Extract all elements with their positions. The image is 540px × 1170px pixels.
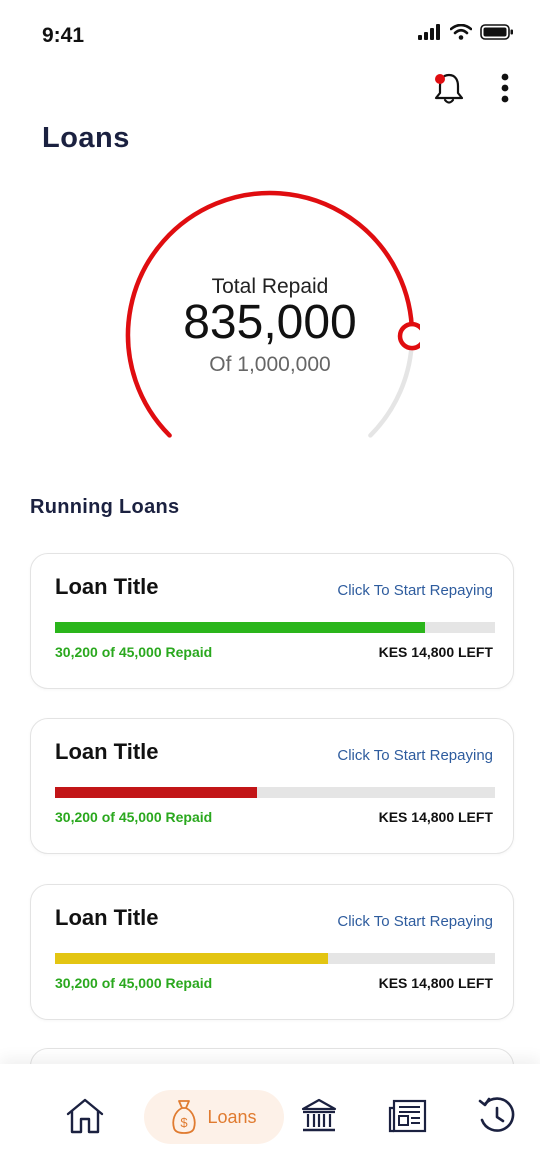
loan-progress-fill: [55, 787, 258, 798]
home-icon: [66, 1098, 104, 1134]
nav-bank[interactable]: [297, 1094, 341, 1138]
loan-card[interactable]: Loan Title Click To Start Repaying 30,20…: [30, 718, 514, 854]
top-actions: [432, 70, 510, 106]
bank-icon: [301, 1098, 337, 1132]
bottom-nav: $ Loans: [0, 1064, 540, 1170]
repayment-gauge: Total Repaid 835,000 Of 1,000,000: [120, 185, 420, 455]
nav-loans-label: Loans: [207, 1106, 257, 1127]
battery-icon: [480, 24, 513, 40]
loan-card[interactable]: Loan Title Click To Start Repaying 30,20…: [30, 884, 514, 1020]
loan-progress-fill: [55, 953, 328, 964]
loan-card[interactable]: Loan Title Click To Start Repaying 30,20…: [30, 553, 514, 689]
loan-progress-fill: [55, 622, 425, 633]
total-amount-text: Of 1,000,000: [209, 353, 331, 376]
loan-progress-bar: [55, 953, 495, 964]
loan-repaid-text: 30,200 of 45,000 Repaid: [55, 809, 213, 825]
svg-text:$: $: [181, 1115, 189, 1130]
nav-loans[interactable]: $ Loans: [144, 1090, 284, 1144]
wifi-icon: [450, 24, 472, 40]
nav-home[interactable]: [63, 1094, 107, 1138]
start-repaying-link[interactable]: Click To Start Repaying: [337, 582, 493, 599]
loan-left-text: KES 14,800 LEFT: [378, 809, 493, 825]
history-icon: [478, 1097, 515, 1132]
start-repaying-link[interactable]: Click To Start Repaying: [337, 913, 493, 930]
news-icon: [388, 1099, 427, 1133]
nav-history[interactable]: [475, 1094, 519, 1138]
running-loans-title: Running Loans: [30, 496, 180, 518]
more-vertical-icon: [501, 73, 509, 103]
loan-left-text: KES 14,800 LEFT: [378, 644, 493, 660]
notifications-button[interactable]: [432, 70, 466, 106]
status-bar: 9:41: [0, 0, 540, 70]
loan-title: Loan Title: [55, 905, 159, 930]
start-repaying-link[interactable]: Click To Start Repaying: [337, 747, 493, 764]
nav-news[interactable]: [386, 1094, 430, 1138]
more-options-button[interactable]: [500, 72, 510, 104]
total-repaid-value: 835,000: [183, 296, 357, 349]
loan-repaid-text: 30,200 of 45,000 Repaid: [55, 975, 213, 991]
money-bag-icon: $: [172, 1100, 197, 1134]
loan-repaid-text: 30,200 of 45,000 Repaid: [55, 644, 213, 660]
page-title: Loans: [42, 122, 130, 154]
loan-title: Loan Title: [55, 739, 159, 764]
bell-icon: [434, 73, 464, 104]
status-time: 9:41: [42, 24, 85, 47]
loan-progress-bar: [55, 787, 495, 798]
loan-title: Loan Title: [55, 574, 159, 599]
status-icons: [418, 24, 514, 40]
signal-icon: [418, 24, 440, 40]
loan-left-text: KES 14,800 LEFT: [378, 975, 493, 991]
loan-progress-bar: [55, 622, 495, 633]
